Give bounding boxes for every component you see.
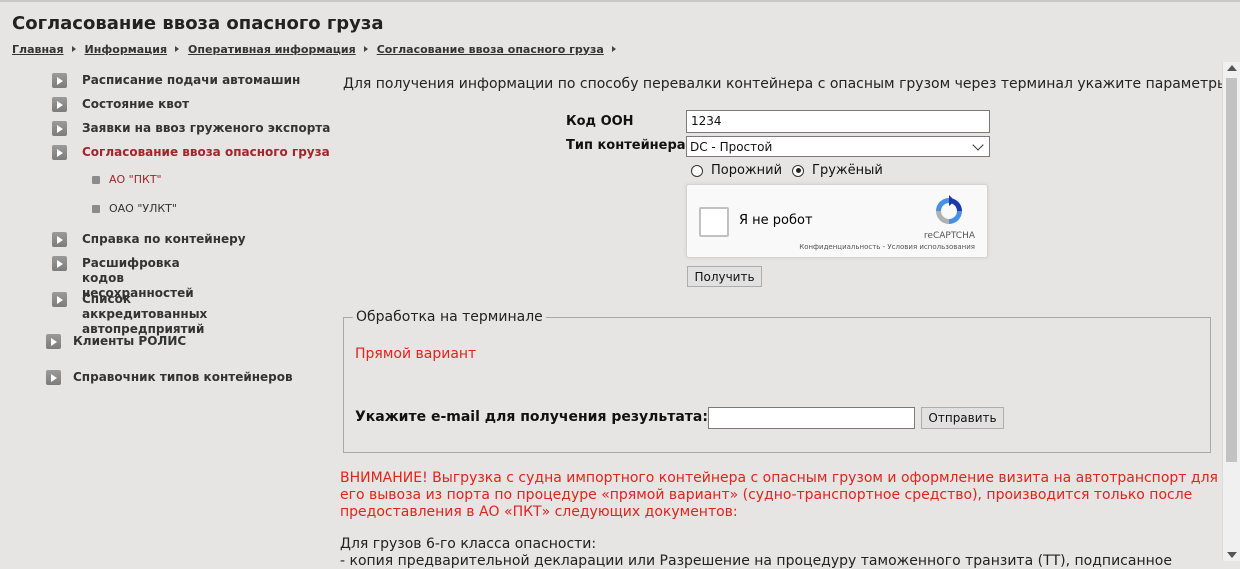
oon-code-input[interactable]: 1234	[686, 110, 990, 133]
sidebar-item-container-info[interactable]: Справка по контейнеру	[52, 232, 246, 247]
sidebar-subitem-pkt[interactable]: АО "ПКТ"	[92, 173, 162, 186]
send-button[interactable]: Отправить	[921, 407, 1004, 429]
chevron-right-icon	[71, 46, 76, 52]
cargo-state-radio-group: Порожний Гружёный	[691, 163, 883, 178]
sidebar-subitem-label: ОАО "УЛКТ"	[109, 202, 177, 215]
breadcrumb: Главная Информация Оперативная информаци…	[12, 42, 625, 56]
form-intro-text: Для получения информации по способу пере…	[343, 76, 1229, 92]
processing-variant: Прямой вариант	[355, 346, 477, 362]
sidebar-item-label: Расписание подачи автомашин	[82, 73, 301, 87]
play-arrow-icon	[52, 145, 67, 160]
processing-legend: Обработка на терминале	[353, 309, 546, 325]
chevron-right-icon	[611, 46, 616, 52]
container-type-value: DC - Простой	[690, 139, 773, 154]
sidebar-item-label: Справка по контейнеру	[82, 232, 246, 246]
danger-class-title: Для грузов 6-го класса опасности:	[340, 536, 597, 552]
play-arrow-icon	[52, 73, 67, 88]
recaptcha-label: Я не робот	[739, 213, 813, 228]
chevron-right-icon	[363, 46, 368, 52]
sidebar-item-container-types[interactable]: Справочник типов контейнеров	[46, 370, 293, 385]
sidebar-item-rolis-clients[interactable]: Клиенты РОЛИС	[46, 334, 186, 349]
play-arrow-icon	[52, 121, 67, 136]
loaded-radio-label: Гружёный	[812, 163, 883, 178]
breadcrumb-home-link[interactable]: Главная	[12, 43, 64, 56]
oon-code-label: Код ООН	[566, 114, 634, 129]
play-arrow-icon	[46, 370, 61, 385]
sidebar-item-export-requests[interactable]: Заявки на ввоз груженого экспорта	[52, 121, 330, 136]
danger-class-item: - копия предварительной декларации или Р…	[340, 553, 1172, 569]
recaptcha-links[interactable]: Конфиденциальность - Условия использован…	[799, 243, 975, 251]
container-type-select[interactable]: DC - Простой	[686, 136, 990, 157]
sidebar-item-label: Клиенты РОЛИС	[73, 334, 187, 348]
bullet-square-icon	[92, 204, 100, 213]
sidebar-item-label: Состояние квот	[82, 97, 190, 111]
play-arrow-icon	[52, 256, 67, 271]
breadcrumb-operational-link[interactable]: Оперативная информация	[188, 43, 356, 56]
scroll-up-icon[interactable]	[1227, 65, 1237, 71]
recaptcha-logo-icon	[936, 195, 962, 224]
sidebar-item-truck-schedule[interactable]: Расписание подачи автомашин	[52, 73, 300, 88]
page-scrollbar[interactable]	[1222, 62, 1240, 561]
sidebar-item-label: Справочник типов контейнеров	[73, 370, 293, 384]
scroll-down-icon[interactable]	[1227, 552, 1237, 558]
chevron-right-icon	[175, 46, 180, 52]
recaptcha-checkbox[interactable]	[699, 207, 729, 237]
processing-fieldset	[343, 317, 1211, 453]
sidebar-item-dangerous-cargo[interactable]: Согласование ввоза опасного груза	[52, 145, 330, 160]
breadcrumb-current-link[interactable]: Согласование ввоза опасного груза	[377, 43, 604, 56]
email-input[interactable]	[708, 407, 915, 429]
play-arrow-icon	[46, 334, 61, 349]
play-arrow-icon	[52, 232, 67, 247]
play-arrow-icon	[52, 97, 67, 112]
sidebar-subitem-ulkt[interactable]: ОАО "УЛКТ"	[92, 202, 177, 215]
play-arrow-icon	[52, 292, 67, 307]
get-result-button[interactable]: Получить	[687, 266, 762, 287]
warning-notice: ВНИМАНИЕ! Выгрузка с судна импортного ко…	[340, 470, 1218, 520]
empty-radio-label: Порожний	[711, 163, 783, 178]
sidebar-item-accredited-carriers[interactable]: Список аккредитованных автопредприятий	[52, 292, 242, 337]
breadcrumb-info-link[interactable]: Информация	[85, 43, 168, 56]
chevron-down-icon	[972, 138, 984, 151]
page-title: Согласование ввоза опасного груза	[12, 13, 384, 34]
container-type-label: Тип контейнера	[566, 138, 686, 153]
sidebar-item-label: Согласование ввоза опасного груза	[82, 145, 330, 159]
sidebar-item-quota-status[interactable]: Состояние квот	[52, 97, 189, 112]
recaptcha-brand: reCAPTCHA	[923, 231, 975, 241]
empty-radio[interactable]	[691, 164, 703, 177]
bullet-square-icon	[92, 175, 100, 184]
top-divider	[0, 0, 1240, 2]
loaded-radio[interactable]	[792, 164, 805, 177]
recaptcha-widget: Я не робот reCAPTCHA Конфиденциальность …	[686, 184, 988, 258]
sidebar-subitem-label: АО "ПКТ"	[109, 173, 162, 186]
sidebar-item-label: Список аккредитованных автопредприятий	[82, 292, 208, 336]
email-label: Укажите e-mail для получения результата:	[355, 409, 708, 425]
sidebar-item-label: Заявки на ввоз груженого экспорта	[82, 121, 331, 135]
scrollbar-thumb[interactable]	[1226, 78, 1237, 462]
